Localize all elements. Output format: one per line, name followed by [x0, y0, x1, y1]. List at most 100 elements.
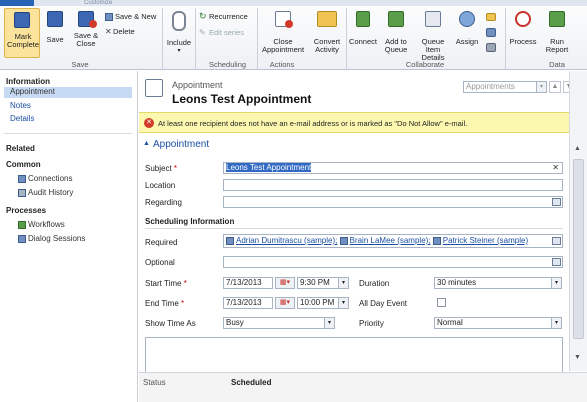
required-attendee[interactable]: Adrian Dumitrascu (sample); — [236, 236, 337, 245]
delete-icon: ✕ — [105, 27, 112, 36]
scheduling-group-label: Scheduling — [208, 60, 247, 69]
tab-file[interactable] — [0, 0, 34, 6]
close-appointment-button[interactable]: Close Appointment — [259, 8, 307, 58]
section-divider — [145, 228, 563, 229]
add-to-queue-label: Add to Queue — [384, 37, 408, 54]
nav-divider — [4, 133, 132, 134]
duration-value: 30 minutes — [437, 278, 477, 287]
chevron-down-icon: ▾ — [551, 318, 561, 328]
record-header: Appointment Leons Test Appointment Appoi… — [139, 71, 587, 111]
section-collapse-icon[interactable]: ▲ — [143, 140, 150, 147]
scroll-thumb[interactable] — [573, 159, 584, 339]
queue-item-details-button[interactable]: Queue Item Details — [414, 8, 452, 62]
process-button[interactable]: Process — [508, 8, 538, 58]
delete-button[interactable]: ✕Delete — [105, 27, 135, 36]
show-time-as-value: Busy — [226, 318, 244, 327]
vertical-scrollbar[interactable]: ▲ ▼ — [569, 71, 587, 371]
priority-value: Normal — [437, 318, 463, 327]
nav-information-header: Information — [6, 77, 50, 86]
dialog-sessions-icon — [18, 234, 26, 243]
connect-label: Connect — [349, 37, 377, 46]
nav-processes-header[interactable]: Processes — [6, 206, 46, 215]
required-attendees-field[interactable]: Adrian Dumitrascu (sample); Brain LaMee … — [223, 234, 563, 248]
nav-item-dialog-sessions[interactable]: Dialog Sessions — [18, 234, 85, 243]
assign-button[interactable]: Assign — [454, 8, 480, 58]
start-date-field[interactable]: 7/13/2013 — [223, 277, 273, 289]
lookup-icon[interactable] — [552, 258, 561, 266]
separator — [162, 8, 163, 70]
show-time-as-select[interactable]: Busy ▾ — [223, 317, 335, 329]
lookup-icon[interactable] — [552, 237, 561, 245]
end-time-select[interactable]: 10:00 PM ▾ — [297, 297, 349, 309]
mark-complete-icon — [14, 12, 30, 28]
section-title: Appointment — [153, 139, 210, 150]
save-button[interactable]: Save — [42, 8, 68, 52]
queue-details-icon — [425, 11, 441, 27]
include-label: Include — [166, 38, 192, 47]
nav-item-workflows[interactable]: Workflows — [18, 220, 65, 229]
previous-record-icon[interactable]: ▲ — [549, 81, 561, 93]
nav-item-connections[interactable]: Connections — [18, 174, 72, 183]
save-new-button[interactable]: Save & New — [105, 12, 157, 22]
nav-related-header: Related — [6, 144, 35, 153]
optional-attendees-field[interactable] — [223, 256, 563, 268]
view-selector[interactable]: Appointments ▾ — [463, 81, 547, 93]
save-icon — [47, 11, 63, 27]
scroll-up-icon[interactable]: ▲ — [574, 145, 581, 152]
all-day-event-checkbox[interactable] — [437, 298, 446, 307]
regarding-field[interactable] — [223, 196, 563, 208]
save-group-label: Save — [71, 60, 89, 69]
nav-item-notes[interactable]: Notes — [10, 101, 31, 110]
end-date-field[interactable]: 7/13/2013 — [223, 297, 273, 309]
run-report-icon — [549, 11, 565, 27]
subject-field[interactable]: Leons Test Appointment ✕ — [223, 162, 563, 174]
start-time-label: Start Time * — [145, 279, 187, 288]
priority-label: Priority — [359, 319, 384, 328]
scroll-down-icon[interactable]: ▼ — [574, 354, 581, 361]
copy-link-icon[interactable] — [486, 43, 496, 52]
nav-item-details[interactable]: Details — [10, 114, 34, 123]
assign-label: Assign — [455, 37, 479, 46]
clear-icon[interactable]: ✕ — [552, 163, 559, 173]
lookup-icon[interactable] — [552, 198, 561, 206]
nav-item-appointment[interactable]: Appointment — [4, 87, 132, 98]
share-icon[interactable] — [486, 28, 496, 37]
actions-group-label: Actions — [269, 60, 295, 69]
mark-complete-button[interactable]: Mark Complete — [4, 8, 40, 58]
connect-button[interactable]: Connect — [348, 8, 378, 58]
calendar-icon[interactable]: ▦▾ — [275, 297, 295, 309]
separator — [505, 8, 506, 70]
description-field[interactable] — [145, 337, 563, 372]
location-field[interactable] — [223, 179, 563, 191]
edit-series-button[interactable]: ✎ Edit series — [199, 28, 244, 37]
edit-series-label: Edit series — [209, 28, 245, 37]
include-button[interactable]: Include ▾ — [165, 8, 193, 58]
folder-small-icon[interactable] — [486, 13, 496, 21]
calendar-icon[interactable]: ▦▾ — [275, 277, 295, 289]
required-attendee[interactable]: Brain LaMee (sample); — [350, 236, 431, 245]
save-new-label: Save & New — [115, 12, 157, 21]
save-close-button[interactable]: Save & Close — [70, 8, 102, 52]
required-attendee[interactable]: Patrick Steiner (sample) — [443, 236, 528, 245]
end-date-value: 7/13/2013 — [226, 298, 262, 307]
convert-activity-button[interactable]: Convert Activity — [309, 8, 345, 58]
workflows-icon — [18, 220, 26, 229]
start-date-value: 7/13/2013 — [226, 278, 262, 287]
start-time-select[interactable]: 9:30 PM ▾ — [297, 277, 349, 289]
nav-item-audit-history[interactable]: Audit History — [18, 188, 73, 197]
duration-select[interactable]: 30 minutes ▾ — [434, 277, 562, 289]
close-appointment-label: Close Appointment — [261, 37, 305, 54]
location-label: Location — [145, 181, 176, 190]
include-dropdown-icon: ▾ — [177, 48, 181, 54]
add-to-queue-button[interactable]: Add to Queue — [380, 8, 412, 58]
appointment-entity-icon — [145, 79, 163, 97]
status-bar: Status Scheduled — [139, 372, 587, 402]
priority-select[interactable]: Normal ▾ — [434, 317, 562, 329]
nav-common-header[interactable]: Common — [6, 160, 41, 169]
recurrence-button[interactable]: ↻ Recurrence — [199, 12, 248, 22]
run-report-button[interactable]: Run Report — [540, 8, 574, 58]
tab-customize[interactable]: Customize — [84, 0, 112, 6]
separator — [195, 8, 196, 70]
status-value: Scheduled — [231, 378, 272, 387]
save-new-icon — [105, 13, 113, 22]
